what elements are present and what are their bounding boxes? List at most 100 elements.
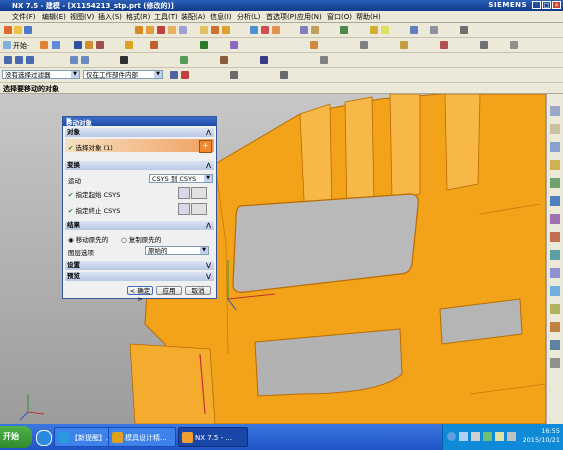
csys-dialog-icon[interactable] bbox=[178, 187, 190, 199]
csys-type-dropdown-icon[interactable] bbox=[191, 187, 207, 199]
menu-application[interactable]: 应用(N) bbox=[297, 12, 322, 22]
spline-icon[interactable] bbox=[320, 56, 328, 64]
menu-format[interactable]: 格式(R) bbox=[126, 12, 150, 22]
assembly-navigator-icon[interactable] bbox=[550, 106, 560, 116]
menu-tools[interactable]: 工具(T) bbox=[154, 12, 178, 22]
maximize-button[interactable]: □ bbox=[542, 1, 551, 9]
datum-plane-icon[interactable] bbox=[52, 41, 60, 49]
view-icon[interactable] bbox=[460, 26, 468, 34]
new-icon[interactable] bbox=[4, 26, 12, 34]
apply-button[interactable]: 应用 bbox=[156, 286, 182, 295]
mirror-icon[interactable] bbox=[200, 41, 208, 49]
menu-insert[interactable]: 插入(S) bbox=[98, 12, 122, 22]
palette-icon[interactable] bbox=[550, 322, 560, 332]
cancel-button[interactable]: 取消 bbox=[185, 286, 211, 295]
menu-help[interactable]: 帮助(H) bbox=[356, 12, 381, 22]
trim-curve-icon[interactable] bbox=[220, 56, 228, 64]
subtract-icon[interactable] bbox=[261, 26, 269, 34]
block-icon[interactable] bbox=[74, 41, 82, 49]
layer-option-dropdown[interactable]: 原始的 ▼ bbox=[145, 246, 209, 255]
menu-file[interactable]: 文件(F) bbox=[12, 12, 36, 22]
hd3d-tools-icon[interactable] bbox=[550, 178, 560, 188]
system-materials-icon[interactable] bbox=[550, 232, 560, 242]
unite-icon[interactable] bbox=[250, 26, 258, 34]
chamfer-icon[interactable] bbox=[211, 26, 219, 34]
browser-icon[interactable] bbox=[36, 430, 52, 446]
point-icon[interactable] bbox=[381, 26, 389, 34]
text-icon[interactable] bbox=[120, 56, 128, 64]
sketch-icon[interactable] bbox=[40, 41, 48, 49]
trim-body-icon[interactable] bbox=[300, 26, 308, 34]
menu-preferences[interactable]: 首选项(P) bbox=[266, 12, 297, 22]
menu-window[interactable]: 窗口(O) bbox=[327, 12, 352, 22]
ok-button[interactable]: < 确定 > bbox=[127, 286, 153, 303]
motion-dropdown[interactable]: CSYS 到 CSYS ▼ bbox=[149, 174, 213, 183]
section-object-header[interactable]: 对象 ⋀ bbox=[65, 128, 214, 137]
extrude-icon[interactable] bbox=[135, 26, 143, 34]
gear-icon[interactable] bbox=[3, 41, 11, 49]
section-result-header[interactable]: 结果 ⋀ bbox=[65, 221, 214, 230]
start-button[interactable]: 开始 bbox=[0, 426, 32, 448]
revolve-icon[interactable] bbox=[146, 26, 154, 34]
move-face-icon[interactable] bbox=[310, 41, 318, 49]
hole-icon[interactable] bbox=[157, 26, 165, 34]
menu-edit[interactable]: 编辑(E) bbox=[42, 12, 66, 22]
manufacturing-wizards-icon[interactable] bbox=[550, 268, 560, 278]
move-original-radio[interactable]: ◉ 移动原先的 bbox=[68, 234, 108, 244]
shaded-icon[interactable] bbox=[400, 41, 408, 49]
circle-icon[interactable] bbox=[26, 56, 34, 64]
process-studio-icon[interactable] bbox=[550, 250, 560, 260]
menu-assembly[interactable]: 装配(A) bbox=[181, 12, 205, 22]
cone-icon[interactable] bbox=[96, 41, 104, 49]
boss-icon[interactable] bbox=[168, 26, 176, 34]
snap-icon[interactable] bbox=[370, 26, 378, 34]
ime-icon[interactable] bbox=[459, 432, 468, 441]
roles-icon[interactable] bbox=[550, 286, 560, 296]
dialog-title-bar[interactable]: 移动对象 ↻ × bbox=[63, 116, 216, 127]
volume-icon[interactable] bbox=[495, 432, 504, 441]
settings-icon[interactable] bbox=[550, 358, 560, 368]
csys-dialog-icon[interactable] bbox=[178, 203, 190, 215]
layer-icon[interactable] bbox=[430, 26, 438, 34]
rectangle-icon[interactable] bbox=[70, 56, 78, 64]
menu-analysis[interactable]: 分析(L) bbox=[237, 12, 260, 22]
blend-icon[interactable] bbox=[200, 26, 208, 34]
section-transform-header[interactable]: 变换 ⋀ bbox=[65, 161, 214, 170]
selection-scope-dropdown[interactable]: 仅在工作部件内部 ▼ bbox=[83, 70, 163, 79]
crosshair-icon[interactable]: + bbox=[199, 140, 212, 153]
zoom-icon[interactable] bbox=[510, 41, 518, 49]
select-object-row[interactable]: ✔ 选择对象 (1) + bbox=[65, 139, 214, 153]
polygon-icon[interactable] bbox=[81, 56, 89, 64]
history-icon[interactable] bbox=[550, 214, 560, 224]
web-browser-icon[interactable] bbox=[550, 196, 560, 206]
copy-original-radio[interactable]: ○ 复制原先的 bbox=[121, 234, 161, 244]
taskbar-item-active[interactable]: NX 7.5 - ... bbox=[178, 427, 248, 447]
close-icon[interactable]: × bbox=[66, 116, 213, 124]
snap-midpoint-icon[interactable] bbox=[230, 71, 238, 79]
menu-info[interactable]: 信息(I) bbox=[210, 12, 232, 22]
fit-icon[interactable] bbox=[480, 41, 488, 49]
pattern-icon[interactable] bbox=[230, 41, 238, 49]
menu-view[interactable]: 视图(V) bbox=[70, 12, 94, 22]
save-icon[interactable] bbox=[24, 26, 32, 34]
security-icon[interactable] bbox=[483, 432, 492, 441]
system-scenes-icon[interactable] bbox=[550, 304, 560, 314]
select-all-icon[interactable] bbox=[170, 71, 178, 79]
snap-endpoint-icon[interactable] bbox=[181, 71, 189, 79]
network-icon[interactable] bbox=[471, 432, 480, 441]
open-icon[interactable] bbox=[14, 26, 22, 34]
navigator-icon[interactable] bbox=[550, 340, 560, 350]
pocket-icon[interactable] bbox=[179, 26, 187, 34]
cylinder-icon[interactable] bbox=[85, 41, 93, 49]
offset-face-icon[interactable] bbox=[340, 26, 348, 34]
type-filter-dropdown[interactable]: 没有选择过滤器 ▼ bbox=[2, 70, 80, 79]
sphere-icon[interactable] bbox=[125, 41, 133, 49]
section-settings-header[interactable]: 设置 ⋁ bbox=[65, 261, 214, 270]
shell-icon[interactable] bbox=[222, 26, 230, 34]
section-view-icon[interactable] bbox=[360, 41, 368, 49]
split-body-icon[interactable] bbox=[311, 26, 319, 34]
section-preview-header[interactable]: 预览 ⋁ bbox=[65, 272, 214, 281]
constraint-navigator-icon[interactable] bbox=[550, 124, 560, 134]
part-navigator-icon[interactable] bbox=[550, 142, 560, 152]
taskbar-item[interactable]: 模具设计精... bbox=[108, 427, 176, 447]
